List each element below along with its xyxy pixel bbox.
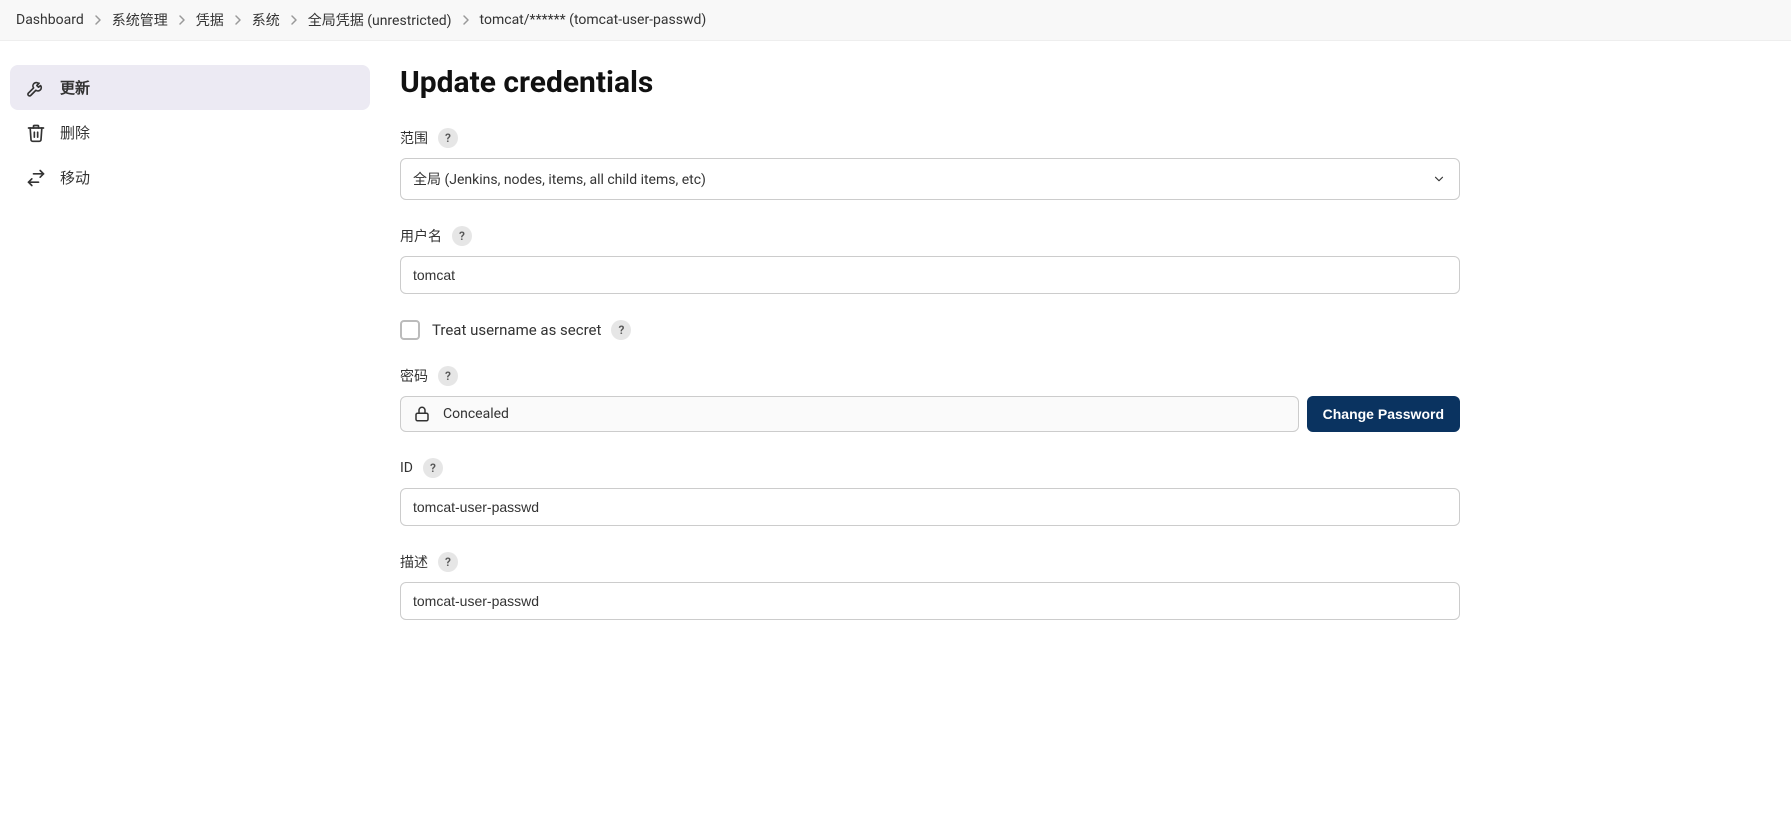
- treat-secret-checkbox[interactable]: [400, 320, 420, 340]
- password-concealed-text: Concealed: [443, 406, 509, 422]
- breadcrumb-credentials[interactable]: 凭据: [196, 10, 224, 30]
- sidebar-item-move[interactable]: 移动: [10, 155, 370, 200]
- change-password-button[interactable]: Change Password: [1307, 396, 1460, 432]
- chevron-right-icon: [290, 14, 298, 26]
- help-icon[interactable]: ?: [438, 128, 458, 148]
- breadcrumb-system[interactable]: 系统: [252, 10, 280, 30]
- help-icon[interactable]: ?: [438, 552, 458, 572]
- sidebar-item-delete[interactable]: 删除: [10, 110, 370, 155]
- description-input[interactable]: [400, 582, 1460, 620]
- breadcrumb: Dashboard 系统管理 凭据 系统 全局凭据 (unrestricted)…: [0, 0, 1791, 41]
- breadcrumb-manage[interactable]: 系统管理: [112, 10, 168, 30]
- scope-select[interactable]: 全局 (Jenkins, nodes, items, all child ite…: [400, 158, 1460, 200]
- field-password: 密码 ? Concealed Change Password: [400, 366, 1460, 432]
- sidebar: 更新 删除 移动: [0, 41, 380, 686]
- main-content: Update credentials 范围 ? 全局 (Jenkins, nod…: [380, 41, 1500, 686]
- field-description: 描述 ?: [400, 552, 1460, 620]
- sidebar-item-label: 移动: [60, 167, 90, 188]
- sidebar-item-update[interactable]: 更新: [10, 65, 370, 110]
- sidebar-item-label: 删除: [60, 122, 90, 143]
- field-scope: 范围 ? 全局 (Jenkins, nodes, items, all chil…: [400, 128, 1460, 200]
- id-label: ID: [400, 460, 413, 476]
- scope-label: 范围: [400, 128, 428, 148]
- username-label: 用户名: [400, 226, 442, 246]
- help-icon[interactable]: ?: [423, 458, 443, 478]
- help-icon[interactable]: ?: [438, 366, 458, 386]
- wrench-icon: [26, 78, 46, 98]
- chevron-right-icon: [462, 14, 470, 26]
- field-username: 用户名 ?: [400, 226, 1460, 294]
- breadcrumb-current: tomcat/****** (tomcat-user-passwd): [480, 12, 707, 28]
- username-input[interactable]: [400, 256, 1460, 294]
- description-label: 描述: [400, 552, 428, 572]
- field-treat-secret: Treat username as secret ?: [400, 320, 1460, 340]
- id-input[interactable]: [400, 488, 1460, 526]
- chevron-right-icon: [234, 14, 242, 26]
- password-label: 密码: [400, 366, 428, 386]
- page-title: Update credentials: [400, 65, 1460, 100]
- breadcrumb-global-cred[interactable]: 全局凭据 (unrestricted): [308, 10, 452, 30]
- trash-icon: [26, 123, 46, 143]
- chevron-right-icon: [94, 14, 102, 26]
- help-icon[interactable]: ?: [452, 226, 472, 246]
- password-concealed-box: Concealed: [400, 396, 1299, 432]
- treat-secret-label: Treat username as secret: [432, 321, 601, 339]
- help-icon[interactable]: ?: [611, 320, 631, 340]
- move-icon: [26, 168, 46, 188]
- chevron-right-icon: [178, 14, 186, 26]
- lock-icon: [413, 405, 431, 423]
- breadcrumb-dashboard[interactable]: Dashboard: [16, 12, 84, 28]
- field-id: ID ?: [400, 458, 1460, 526]
- sidebar-item-label: 更新: [60, 77, 90, 98]
